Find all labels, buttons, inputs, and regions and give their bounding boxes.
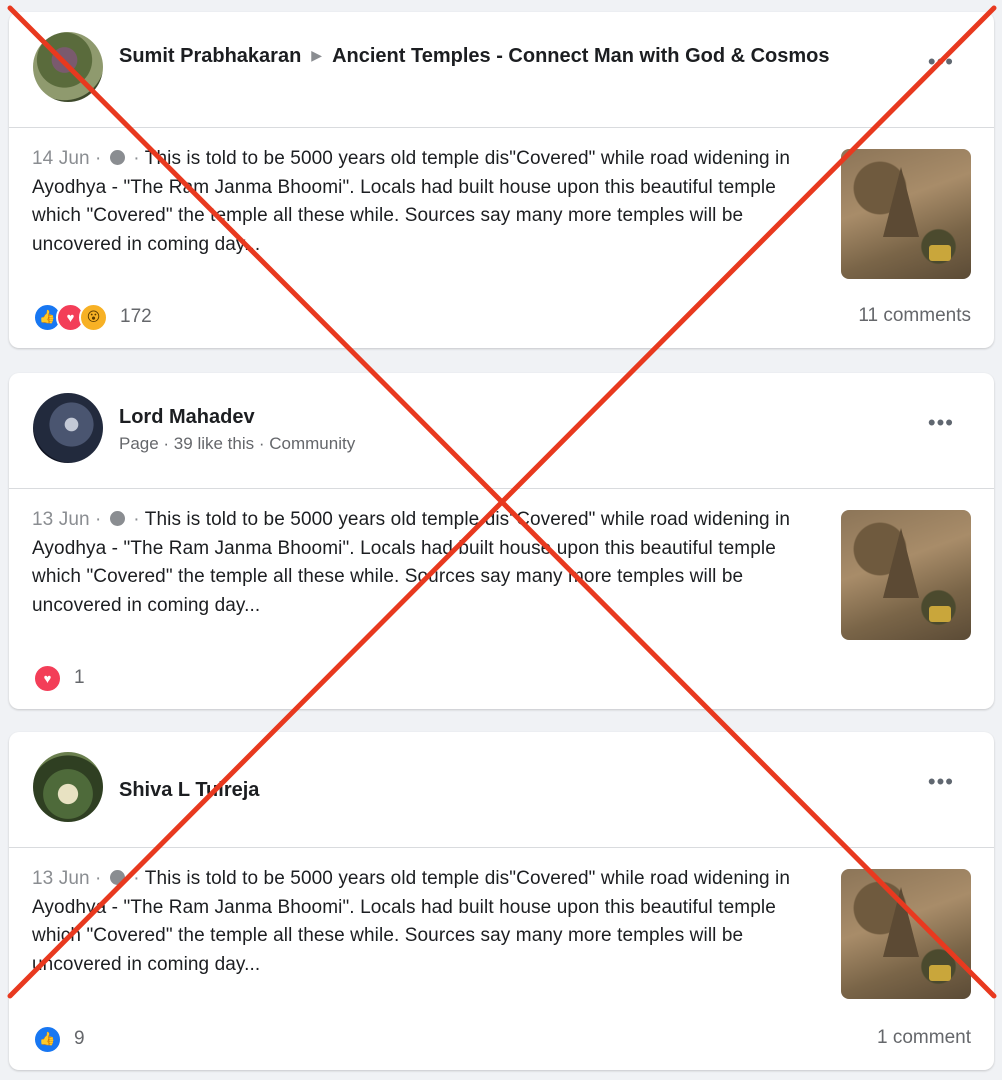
reaction-count: 1 (74, 667, 85, 688)
comment-count[interactable]: 1 comment (877, 1027, 971, 1049)
post-title-line: Lord Mahadev (119, 403, 879, 431)
post-text-block[interactable]: 13 Jun · · This is told to be 5000 years… (32, 865, 802, 979)
post-date[interactable]: 13 Jun (32, 509, 90, 530)
more-options-icon[interactable]: ••• (928, 412, 954, 434)
more-options-icon[interactable]: ••• (928, 771, 954, 793)
temple-spire-image-detail (883, 528, 919, 598)
temple-spire-image-detail (883, 887, 919, 957)
wow-face-icon: 😮 (79, 302, 108, 332)
meta-separator: · (133, 148, 140, 169)
reactions-summary[interactable]: 👍 ♥ 😮 172 (33, 302, 152, 332)
more-options-icon[interactable]: ••• (928, 51, 954, 73)
meta-separator: · (133, 509, 140, 530)
temple-spire-image-detail (883, 167, 919, 237)
bulldozer-image-detail (929, 245, 951, 261)
post-header: Sumit Prabhakaran ▶ Ancient Temples - Conn… (9, 12, 994, 127)
post-thumbnail[interactable] (841, 510, 971, 640)
reaction-count: 172 (120, 306, 152, 327)
meta-separator: · (133, 868, 140, 889)
post-title-line: Shiva L Tulreja (119, 776, 879, 804)
bulldozer-image-detail (929, 606, 951, 622)
post-text-block[interactable]: 14 Jun · · This is told to be 5000 years… (32, 145, 802, 259)
post-card: Sumit Prabhakaran ▶ Ancient Temples - Conn… (9, 12, 994, 348)
post-card: Lord Mahadev Page · 39 like this · Commu… (9, 373, 994, 709)
author-name[interactable]: Lord Mahadev (119, 406, 255, 428)
globe-icon (109, 870, 125, 885)
divider (9, 847, 994, 848)
post-thumbnail[interactable] (841, 149, 971, 279)
author-avatar[interactable] (33, 393, 103, 463)
post-footer: 👍 9 1 comment (9, 1010, 994, 1070)
group-arrow-icon: ▶ (311, 47, 323, 63)
heart-icon: ♥ (33, 663, 62, 693)
globe-icon (109, 511, 125, 526)
author-name[interactable]: Sumit Prabhakaran (119, 45, 301, 67)
post-thumbnail[interactable] (841, 869, 971, 999)
author-avatar[interactable] (33, 752, 103, 822)
post-text: This is told to be 5000 years old temple… (32, 148, 791, 255)
globe-icon (109, 150, 125, 165)
news-feed: Sumit Prabhakaran ▶ Ancient Temples - Conn… (0, 0, 1002, 1080)
divider (9, 488, 994, 489)
post-text: This is told to be 5000 years old temple… (32, 868, 791, 975)
post-footer: ♥ 1 (9, 649, 994, 709)
reaction-count: 9 (74, 1028, 85, 1049)
post-text-block[interactable]: 13 Jun · · This is told to be 5000 years… (32, 506, 802, 620)
thumbs-up-icon: 👍 (33, 1024, 62, 1054)
page-subline: Page · 39 like this · Community (119, 434, 356, 453)
post-header: Lord Mahadev Page · 39 like this · Commu… (9, 373, 994, 488)
post-date[interactable]: 13 Jun (32, 868, 90, 889)
reactions-summary[interactable]: 👍 9 (33, 1024, 85, 1054)
meta-separator: · (95, 868, 102, 889)
meta-separator: · (95, 509, 102, 530)
post-title-line: Sumit Prabhakaran ▶ Ancient Temples - Conn… (119, 42, 879, 71)
post-card: Shiva L Tulreja ••• 13 Jun · · This is t… (9, 732, 994, 1070)
post-header: Shiva L Tulreja ••• (9, 732, 994, 847)
comment-count[interactable]: 11 comments (858, 305, 971, 327)
post-date[interactable]: 14 Jun (32, 148, 90, 169)
post-text: This is told to be 5000 years old temple… (32, 509, 791, 616)
meta-separator: · (95, 148, 102, 169)
bulldozer-image-detail (929, 965, 951, 981)
post-footer: 👍 ♥ 😮 172 11 comments (9, 288, 994, 348)
group-name[interactable]: Ancient Temples - Connect Man with God &… (332, 45, 829, 67)
reactions-summary[interactable]: ♥ 1 (33, 663, 85, 693)
divider (9, 127, 994, 128)
author-avatar[interactable] (33, 32, 103, 102)
author-name[interactable]: Shiva L Tulreja (119, 779, 259, 801)
